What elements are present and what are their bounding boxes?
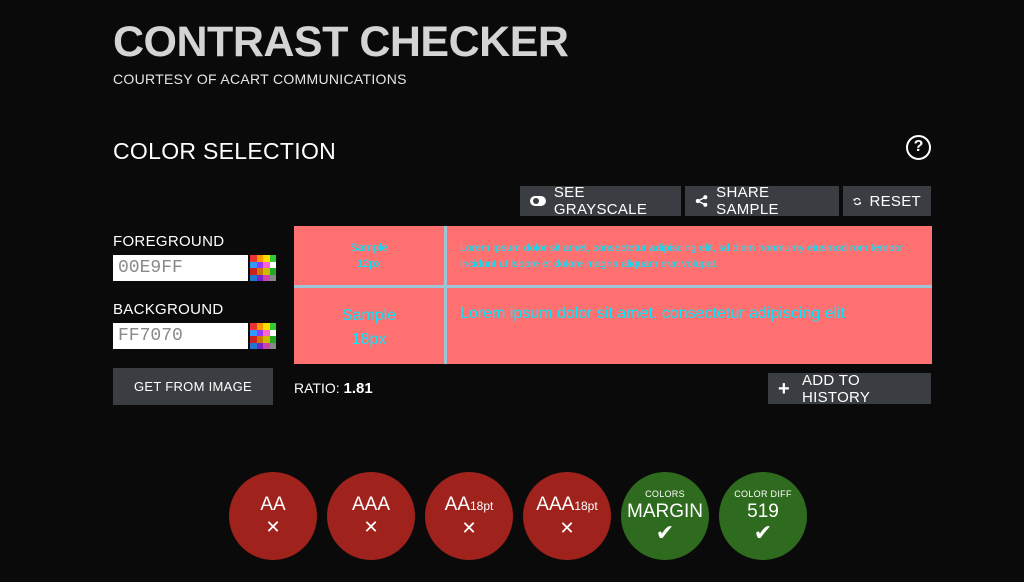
foreground-label: FOREGROUND	[113, 233, 225, 250]
badge-aa-18pt-label: AA18pt	[444, 493, 494, 516]
badge-aa-18pt: AA18pt ✕	[425, 472, 513, 560]
sample-divider-horizontal	[294, 285, 932, 288]
get-from-image-button[interactable]: GET FROM IMAGE	[113, 368, 273, 405]
share-sample-label: SHARE SAMPLE	[716, 184, 779, 218]
page-subtitle: COURTESY OF ACART COMMUNICATIONS	[113, 71, 407, 87]
background-color-input[interactable]	[113, 323, 248, 349]
sample-preview: Sample 12px Lorem ipsum dolor sit amet, …	[294, 226, 932, 364]
toggle-icon	[530, 196, 546, 206]
compliance-badges: AA ✕ AAA ✕ AA18pt ✕ AAA18pt ✕ COLORS MAR…	[229, 472, 807, 560]
foreground-palette-icon[interactable]	[250, 255, 276, 281]
palette-swatch	[269, 342, 276, 349]
plus-icon: +	[778, 377, 790, 400]
help-icon[interactable]: ?	[906, 135, 931, 160]
ratio-value: 1.81	[343, 380, 373, 397]
share-sample-button[interactable]: SHARE SAMPLE	[685, 184, 839, 218]
see-grayscale-label: SEE GRAYSCALE	[553, 184, 648, 218]
sample-12px-label-line2: 12px	[357, 258, 381, 270]
ratio-label: RATIO:	[294, 380, 340, 396]
sample-12px-label: Sample 12px	[294, 240, 444, 272]
sample-12px-text: Lorem ipsum dolor sit amet, consectetur …	[460, 242, 904, 270]
fail-x-icon: ✕	[559, 517, 575, 538]
foreground-color-input[interactable]	[113, 255, 248, 281]
sample-12px-label-line1: Sample	[350, 242, 388, 254]
fail-x-icon: ✕	[461, 517, 477, 538]
contrast-ratio: RATIO: 1.81	[294, 380, 373, 397]
pass-check-icon: ✔	[753, 519, 773, 545]
sample-18px-label: Sample 18px	[294, 304, 444, 352]
badge-color-diff-small-label: COLOR DIFF	[734, 488, 792, 499]
sample-18px-text: Lorem ipsum dolor sit amet, consectetur …	[460, 305, 846, 322]
pass-check-icon: ✔	[655, 519, 675, 545]
sample-18px-label-line1: Sample	[341, 307, 397, 324]
badge-colors-main-label: MARGIN	[627, 500, 703, 522]
badge-colors-margin: COLORS MARGIN ✔	[621, 472, 709, 560]
fail-x-icon: ✕	[265, 517, 281, 537]
badge-aaa: AAA ✕	[327, 472, 415, 560]
background-palette-icon[interactable]	[250, 323, 276, 349]
sample-divider-vertical	[444, 226, 447, 364]
badge-color-diff-value: 519	[747, 500, 779, 522]
refresh-icon	[853, 197, 861, 205]
fail-x-icon: ✕	[363, 517, 379, 537]
badge-aa-18pt-main: AA	[444, 493, 470, 515]
reset-button[interactable]: RESET	[843, 186, 931, 216]
badge-aaa-18pt-sub: 18pt	[574, 498, 598, 513]
palette-swatch	[269, 274, 276, 281]
background-label: BACKGROUND	[113, 301, 224, 318]
section-title: COLOR SELECTION	[113, 138, 337, 164]
reset-label: RESET	[869, 192, 921, 210]
badge-aa: AA ✕	[229, 472, 317, 560]
badge-aaa-18pt-main: AAA	[536, 493, 575, 515]
badge-aaa-18pt-label: AAA18pt	[536, 493, 598, 516]
badge-colors-small-label: COLORS	[645, 488, 685, 499]
share-icon	[695, 195, 708, 207]
badge-aa-18pt-sub: 18pt	[470, 498, 494, 513]
add-to-history-label: ADD TO HISTORY	[801, 371, 871, 406]
sample-18px-label-line2: 18px	[351, 331, 387, 348]
badge-aaa-18pt: AAA18pt ✕	[523, 472, 611, 560]
badge-aaa-label: AAA	[351, 494, 391, 515]
page-title: CONTRAST CHECKER	[113, 18, 569, 66]
badge-aa-label: AA	[260, 494, 286, 515]
badge-color-diff: COLOR DIFF 519 ✔	[719, 472, 807, 560]
add-to-history-button[interactable]: + ADD TO HISTORY	[768, 371, 931, 406]
see-grayscale-button[interactable]: SEE GRAYSCALE	[520, 184, 681, 218]
